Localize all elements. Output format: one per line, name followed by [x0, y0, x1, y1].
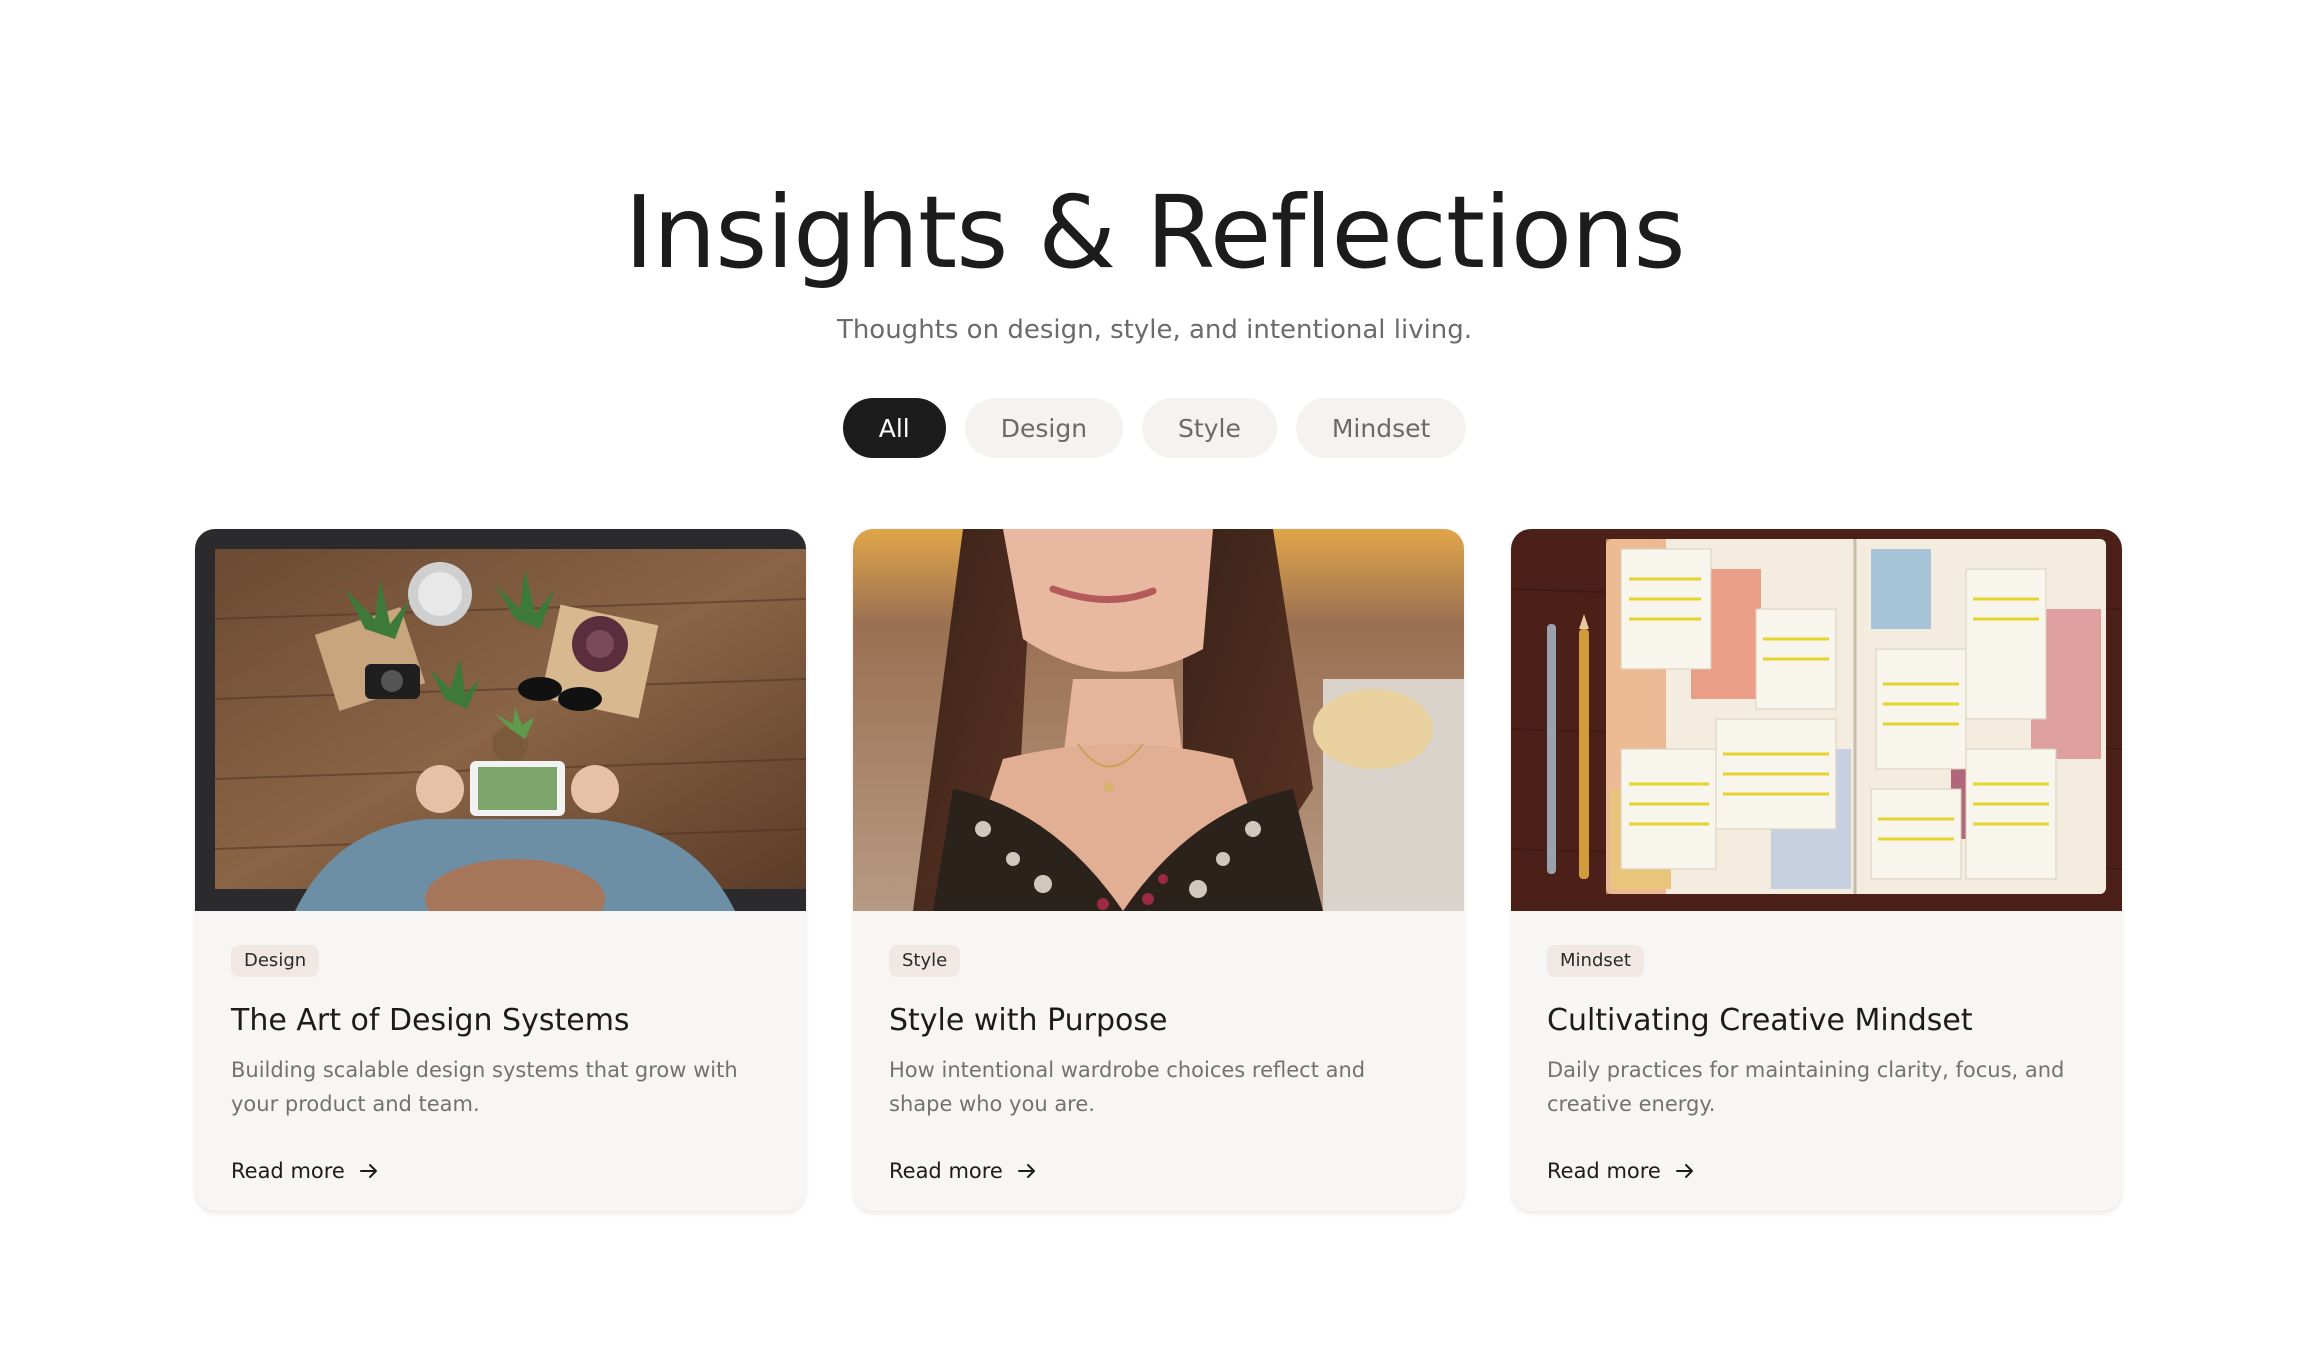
article-card[interactable]: Style Style with Purpose How intentional… [853, 529, 1464, 1211]
read-more-label: Read more [231, 1159, 345, 1183]
article-image [853, 529, 1464, 911]
arrow-right-icon [1017, 1164, 1035, 1178]
page-subtitle: Thoughts on design, style, and intention… [836, 315, 1473, 345]
article-description: Daily practices for maintaining clarity,… [1547, 1058, 2065, 1116]
blog-page: Insights & Reflections Thoughts on desig… [0, 0, 2309, 1352]
article-description: Building scalable design systems that gr… [231, 1058, 738, 1116]
read-more-label: Read more [1547, 1159, 1661, 1183]
article-image [1511, 529, 2122, 911]
article-body: Style Style with Purpose How intentional… [889, 945, 1428, 1121]
filter-style-button[interactable]: Style [1142, 398, 1277, 458]
arrow-right-icon [1675, 1164, 1693, 1178]
read-more-label: Read more [889, 1159, 1003, 1183]
article-card[interactable]: Design The Art of Design Systems Buildin… [195, 529, 806, 1211]
article-body: Design The Art of Design Systems Buildin… [231, 945, 770, 1121]
article-title[interactable]: Cultivating Creative Mindset [1547, 1001, 2086, 1041]
category-tag: Design [231, 945, 320, 977]
filter-mindset-button[interactable]: Mindset [1295, 398, 1467, 458]
read-more-link[interactable]: Read more [889, 1159, 1037, 1183]
read-more-link[interactable]: Read more [1547, 1159, 1695, 1183]
category-tag: Mindset [1547, 945, 1644, 977]
read-more-link[interactable]: Read more [231, 1159, 379, 1183]
category-filters: All Design Style Mindset [0, 398, 2309, 458]
article-description: How intentional wardrobe choices reflect… [889, 1058, 1366, 1116]
arrow-right-icon [359, 1164, 377, 1178]
article-body: Mindset Cultivating Creative Mindset Dai… [1547, 945, 2086, 1121]
filter-all-button[interactable]: All [842, 398, 946, 458]
article-card[interactable]: Mindset Cultivating Creative Mindset Dai… [1511, 529, 2122, 1211]
article-grid: Design The Art of Design Systems Buildin… [195, 529, 2122, 1211]
filter-design-button[interactable]: Design [964, 398, 1124, 458]
page-title: Insights & Reflections [624, 174, 1685, 291]
article-image [195, 529, 806, 911]
category-tag: Style [889, 945, 961, 977]
article-title[interactable]: Style with Purpose [889, 1001, 1428, 1041]
article-title[interactable]: The Art of Design Systems [231, 1001, 770, 1041]
